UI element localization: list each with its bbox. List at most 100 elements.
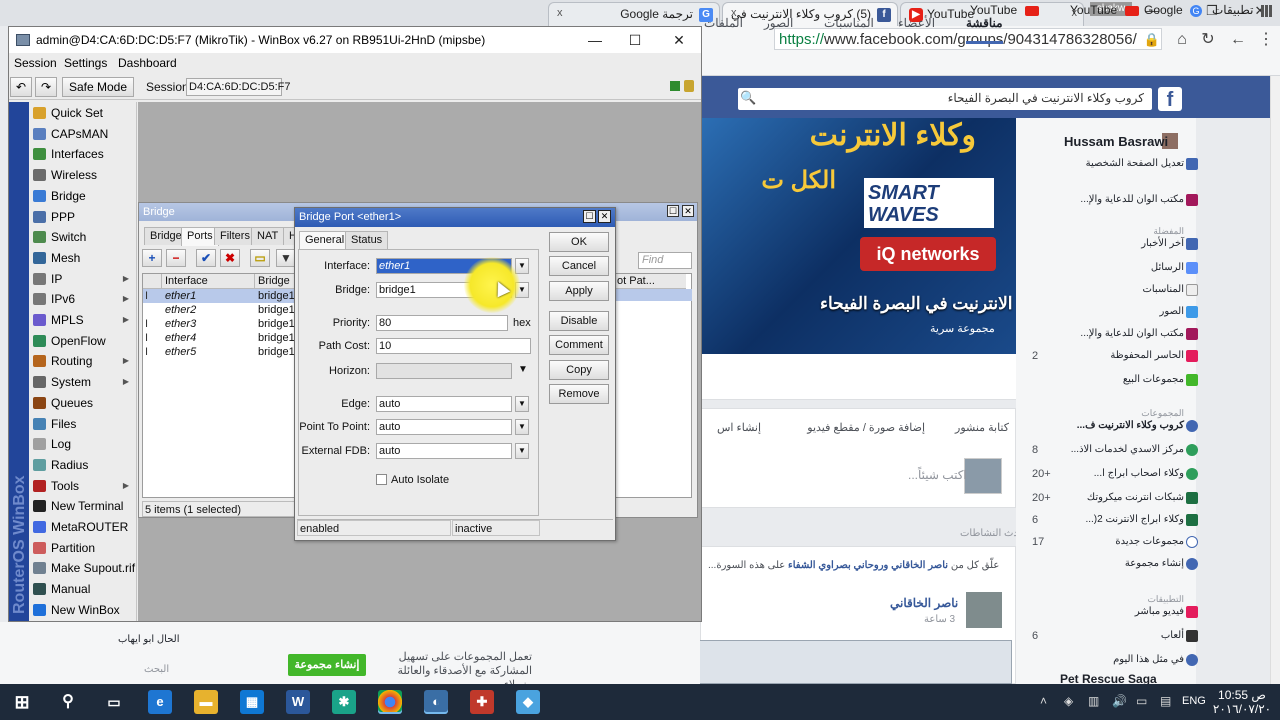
tab-google-translate[interactable]: x ترجمة Google G bbox=[548, 2, 720, 26]
safe-mode-button[interactable]: Safe Mode bbox=[62, 77, 134, 97]
redo-icon[interactable]: ↷ bbox=[35, 77, 57, 97]
composer-input[interactable]: اكتب شيئاً... bbox=[908, 468, 967, 482]
sidebar-item-metarouter[interactable]: MetaROUTER bbox=[31, 517, 135, 537]
chevron-down-icon[interactable]: ▼ bbox=[518, 364, 528, 375]
add-photo-button[interactable]: إضافة صورة / مقطع فيديو bbox=[807, 421, 925, 434]
search-input[interactable]: كروب وكلاء الانترنيت في البصرة الفيحاء bbox=[738, 88, 1152, 110]
store-icon[interactable]: ▦ bbox=[240, 690, 264, 714]
tab-photos[interactable]: الصور bbox=[764, 16, 793, 30]
edge-browser-icon[interactable]: e bbox=[148, 690, 172, 714]
sidebar-item-ipv6[interactable]: IPv6 ▶ bbox=[31, 289, 135, 309]
filter-icon[interactable]: ▼ bbox=[276, 249, 296, 267]
sidebar-item-memories[interactable]: في مثل هذا اليوم bbox=[1113, 654, 1184, 665]
lock-icon[interactable]: 🔒 bbox=[1142, 30, 1162, 50]
chevron-up-icon[interactable]: ˄ bbox=[1040, 694, 1047, 708]
copy-button[interactable]: Copy bbox=[549, 360, 609, 380]
sidebar-item-new-winbox[interactable]: New WinBox bbox=[31, 600, 135, 620]
camtasia-icon[interactable]: ✱ bbox=[332, 690, 356, 714]
find-input[interactable]: Find bbox=[638, 252, 692, 269]
sidebar-item-mpls[interactable]: MPLS ▶ bbox=[31, 310, 135, 330]
menu-settings[interactable]: Settings bbox=[64, 56, 107, 70]
sidebar-item-mesh[interactable]: Mesh bbox=[31, 248, 135, 268]
dialog-title[interactable]: Bridge Port <ether1> bbox=[295, 208, 615, 227]
edge-select[interactable]: auto bbox=[376, 396, 512, 412]
enable-check-icon[interactable]: ✔ bbox=[196, 249, 216, 267]
edit-profile-link[interactable]: تعديل الصفحة الشخصية bbox=[1086, 158, 1184, 169]
sidebar-item-wireless[interactable]: Wireless bbox=[31, 165, 135, 185]
maximize-icon[interactable]: ☐ bbox=[620, 30, 650, 50]
task-view-icon[interactable]: ▭ bbox=[102, 690, 126, 714]
network-icon[interactable]: ▥ bbox=[1088, 694, 1099, 708]
bookmark-youtube[interactable]: YouTube bbox=[1070, 3, 1139, 17]
close-icon[interactable]: ✕ bbox=[664, 30, 694, 50]
sidebar-item-new-groups[interactable]: مجموعات جديدة bbox=[1115, 536, 1184, 547]
volume-icon[interactable]: 🔊 bbox=[1112, 694, 1127, 708]
tab-general[interactable]: General bbox=[299, 231, 351, 250]
word-icon[interactable]: W bbox=[286, 690, 310, 714]
sidebar-item-files[interactable]: Files bbox=[31, 414, 135, 434]
maximize-icon[interactable]: ☐ bbox=[667, 205, 679, 217]
close-icon[interactable]: ✕ bbox=[682, 205, 694, 217]
tab-members[interactable]: الأعضاء bbox=[898, 16, 935, 30]
remove-button[interactable]: Remove bbox=[549, 384, 609, 404]
post-timestamp[interactable]: 3 ساعة bbox=[924, 614, 955, 625]
table-header-root-path-cost[interactable]: ot Pat... bbox=[614, 274, 686, 289]
close-icon[interactable]: ✕ bbox=[598, 210, 611, 223]
sidebar-item-switch[interactable]: Switch bbox=[31, 227, 135, 247]
winbox-icon[interactable]: ◐ bbox=[424, 690, 448, 714]
horizon-input[interactable] bbox=[376, 363, 512, 379]
sidebar-item-tools[interactable]: Tools ▶ bbox=[31, 476, 135, 496]
sidebar-item-group-1[interactable]: كروب وكلاء الانترنيت ف... bbox=[1077, 420, 1184, 431]
sidebar-item-group-3[interactable]: وكلاء اصحاب ابراج ا... bbox=[1094, 468, 1184, 479]
sidebar-item-quick-set[interactable]: Quick Set bbox=[31, 103, 135, 123]
bookmark-youtube-2[interactable]: YouTube bbox=[970, 3, 1039, 17]
sidebar-item-events[interactable]: المناسبات bbox=[1142, 284, 1184, 295]
clock[interactable]: 10:55 ص ٢٠١٦/٠٧/٢٠ bbox=[1212, 688, 1272, 716]
table-header-interface[interactable]: Interface bbox=[162, 274, 255, 289]
sidebar-item-games[interactable]: ألعاب bbox=[1161, 630, 1184, 641]
menu-session[interactable]: Session bbox=[14, 56, 57, 70]
close-icon[interactable]: x bbox=[557, 7, 563, 19]
chat-search-input[interactable]: البحث bbox=[144, 664, 169, 675]
group-cover-photo[interactable]: وكلاء الانترنت الكل ت bbox=[700, 118, 1016, 354]
battery-icon[interactable]: ▭ bbox=[1136, 694, 1147, 708]
app-icon[interactable]: ◆ bbox=[516, 690, 540, 714]
chevron-down-icon[interactable]: ▼ bbox=[515, 396, 529, 412]
sidebar-item-page-2[interactable]: مكتب الوان للدعاية والإ... bbox=[1080, 328, 1184, 339]
sidebar-item-new-terminal[interactable]: New Terminal bbox=[31, 496, 135, 516]
post-commenters[interactable]: ناصر الخاقاني وروحاني بصراوي الشفاء bbox=[788, 560, 948, 571]
sidebar-item-bridge[interactable]: Bridge bbox=[31, 186, 135, 206]
notifications-icon[interactable]: ▤ bbox=[1160, 694, 1171, 708]
bookmark-apps[interactable]: تطبيقات bbox=[1212, 3, 1273, 17]
back-arrow-icon[interactable]: ← bbox=[1228, 30, 1248, 50]
sidebar-item-create-group[interactable]: إنشاء مجموعة bbox=[1125, 558, 1184, 569]
sidebar-item-manual[interactable]: Manual bbox=[31, 579, 135, 599]
sidebar-item-partition[interactable]: Partition bbox=[31, 538, 135, 558]
sidebar-item-log[interactable]: Log bbox=[31, 434, 135, 454]
sidebar-item-photos[interactable]: الصور bbox=[1160, 306, 1185, 317]
search-icon[interactable]: ⚲ bbox=[56, 690, 80, 714]
menu-icon[interactable]: ⋮ bbox=[1256, 30, 1276, 50]
sidebar-item-saved[interactable]: الحاسر المحفوظة bbox=[1110, 350, 1184, 361]
chrome-icon[interactable] bbox=[378, 690, 402, 714]
chevron-down-icon[interactable]: ▼ bbox=[515, 419, 529, 435]
ok-button[interactable]: OK bbox=[549, 232, 609, 252]
go-live-button[interactable]: إنشاء اس bbox=[717, 421, 761, 434]
cancel-button[interactable]: Cancel bbox=[549, 256, 609, 276]
tab-nat[interactable]: NAT bbox=[251, 227, 285, 245]
profile-name[interactable]: Hussam Basrawi bbox=[1064, 134, 1168, 149]
write-post-button[interactable]: كتابة منشور bbox=[955, 421, 1009, 434]
sidebar-item-capsman[interactable]: CAPsMAN bbox=[31, 124, 135, 144]
maximize-icon[interactable]: ☐ bbox=[583, 210, 596, 223]
sidebar-item-live-video[interactable]: فيديو مباشر bbox=[1135, 606, 1184, 617]
menu-dashboard[interactable]: Dashboard bbox=[118, 56, 177, 70]
post-author[interactable]: ناصر الخاقاني bbox=[890, 596, 958, 610]
sidebar-item-make-supout-rif[interactable]: Make Supout.rif bbox=[31, 558, 135, 578]
undo-icon[interactable]: ↶ bbox=[10, 77, 32, 97]
app-icon[interactable]: ✚ bbox=[470, 690, 494, 714]
auto-isolate-checkbox[interactable] bbox=[376, 474, 387, 485]
sidebar-item-queues[interactable]: Queues bbox=[31, 393, 135, 413]
comment-button[interactable]: Comment bbox=[549, 335, 609, 355]
tray-app-icon[interactable]: ◈ bbox=[1064, 694, 1073, 708]
point-to-point-select[interactable]: auto bbox=[376, 419, 512, 435]
